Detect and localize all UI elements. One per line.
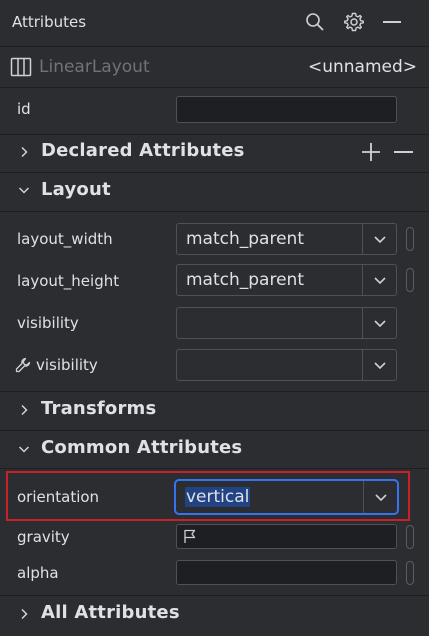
alpha-label: alpha	[17, 564, 59, 582]
gear-icon[interactable]	[343, 11, 365, 33]
section-transforms[interactable]: Transforms	[41, 398, 156, 419]
chevron-down-icon	[374, 493, 388, 502]
layout-width-label: layout_width	[17, 230, 113, 248]
component-name: LinearLayout	[39, 57, 150, 77]
gravity-label: gravity	[17, 528, 70, 546]
layout-columns-icon	[10, 56, 32, 78]
chevron-down-icon	[373, 235, 387, 244]
chevron-down-icon	[373, 276, 387, 285]
section-declared-attributes[interactable]: Declared Attributes	[41, 140, 245, 161]
orientation-label: orientation	[17, 488, 100, 506]
orientation-value: vertical	[185, 487, 251, 507]
resource-picker-handle[interactable]	[406, 227, 414, 251]
layout-width-value: match_parent	[186, 229, 304, 249]
remove-icon[interactable]	[394, 151, 413, 153]
section-layout[interactable]: Layout	[41, 179, 111, 200]
visibility-label: visibility	[17, 314, 79, 332]
alpha-input[interactable]	[176, 560, 397, 585]
chevron-down-icon	[373, 319, 387, 328]
tools-visibility-label: visibility	[36, 356, 98, 374]
wrench-icon	[15, 357, 31, 373]
id-label: id	[17, 100, 31, 118]
orientation-dropdown[interactable]: vertical	[174, 479, 399, 515]
chevron-down-icon[interactable]	[18, 184, 30, 196]
section-all-attributes[interactable]: All Attributes	[41, 602, 180, 623]
component-id: <unnamed>	[307, 57, 417, 77]
chevron-right-icon[interactable]	[18, 146, 30, 158]
gravity-field[interactable]	[176, 524, 397, 549]
resource-picker-handle[interactable]	[406, 561, 414, 585]
flag-icon[interactable]	[183, 529, 197, 544]
tools-visibility-dropdown[interactable]	[176, 349, 397, 381]
chevron-down-icon[interactable]	[18, 443, 30, 455]
section-common-attributes[interactable]: Common Attributes	[41, 437, 242, 458]
panel-title: Attributes	[12, 13, 87, 31]
search-icon[interactable]	[305, 12, 325, 32]
chevron-right-icon[interactable]	[18, 608, 30, 620]
resource-picker-handle[interactable]	[406, 268, 414, 292]
resource-picker-handle[interactable]	[406, 525, 414, 549]
visibility-dropdown[interactable]	[176, 307, 397, 339]
minimize-icon[interactable]	[383, 21, 401, 23]
add-icon[interactable]	[361, 142, 381, 162]
chevron-down-icon	[373, 361, 387, 370]
layout-height-label: layout_height	[17, 272, 120, 290]
layout-height-value: match_parent	[186, 270, 304, 290]
layout-width-dropdown[interactable]: match_parent	[176, 223, 397, 255]
layout-height-dropdown[interactable]: match_parent	[176, 264, 397, 296]
id-input[interactable]	[176, 96, 397, 123]
chevron-right-icon[interactable]	[18, 404, 30, 416]
